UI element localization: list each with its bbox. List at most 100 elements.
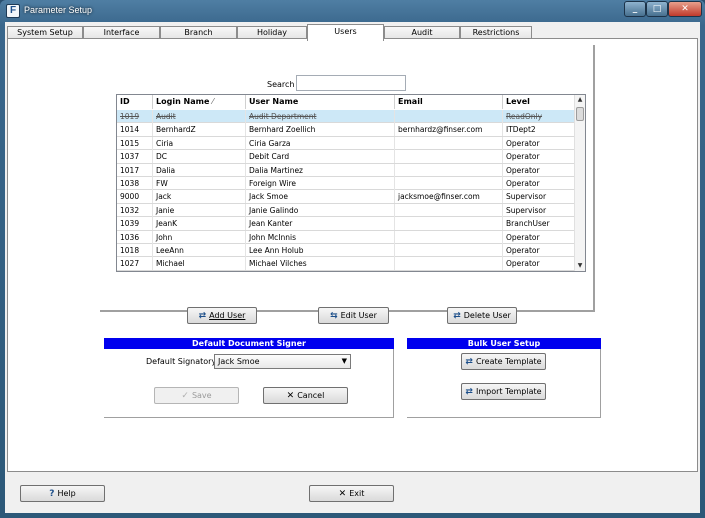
cell-email: [395, 177, 503, 190]
cell-email: [395, 244, 503, 257]
cell-login-name: Michael: [153, 257, 246, 271]
scroll-up-arrow-icon[interactable]: ▲: [575, 95, 585, 105]
cell-login-name: LeeAnn: [153, 244, 246, 257]
scroll-down-arrow-icon[interactable]: ▼: [575, 261, 585, 271]
cell-email: [395, 136, 503, 150]
cancel-button[interactable]: ✕ Cancel: [263, 387, 348, 404]
grid-header: ID Login Name ⁄ User Name Email Level: [117, 95, 575, 109]
table-row[interactable]: 1036 John John McInnis Operator: [117, 230, 575, 244]
table-row[interactable]: 1027 Michael Michael Vilches Operator: [117, 257, 575, 271]
cell-id: 1039: [117, 217, 153, 231]
cell-email: [395, 203, 503, 217]
edit-user-button[interactable]: ⇆ Edit User: [318, 307, 389, 324]
sort-ascending-icon: ⁄: [212, 97, 214, 106]
help-button[interactable]: ? Help: [20, 485, 105, 502]
cell-level: Operator: [503, 244, 575, 257]
table-row[interactable]: 1039 JeanK Jean Kanter BranchUser: [117, 217, 575, 231]
default-signatory-value: Jack Smoe: [218, 357, 260, 366]
table-row[interactable]: 1014 BernhardZ Bernhard Zoellich bernhardz@…: [117, 123, 575, 137]
search-label: Search: [267, 80, 295, 89]
cell-email: [395, 230, 503, 244]
table-row[interactable]: 1018 LeeAnn Lee Ann Holub Operator: [117, 244, 575, 258]
cell-user-name: Ciria Garza: [246, 136, 395, 150]
minimize-button[interactable]: _: [624, 1, 646, 17]
users-grid[interactable]: ID Login Name ⁄ User Name Email Level 10…: [116, 94, 586, 272]
cell-id: 1027: [117, 257, 153, 271]
table-row[interactable]: 1037 DC Debit Card Operator: [117, 150, 575, 164]
maximize-button[interactable]: □: [646, 1, 668, 17]
cell-login-name: Jack: [153, 190, 246, 204]
delete-user-icon: ⇄: [453, 311, 461, 321]
cell-user-name: Audit Department: [246, 110, 395, 123]
cell-user-name: Lee Ann Holub: [246, 244, 395, 257]
add-user-button[interactable]: ⇄ Add User: [187, 307, 257, 324]
title-bar[interactable]: F Parameter Setup _ □ ✕: [0, 0, 705, 22]
cell-email: [395, 150, 503, 164]
cell-login-name: John: [153, 230, 246, 244]
import-template-icon: ⇄: [465, 387, 473, 397]
search-input[interactable]: [296, 75, 406, 91]
cell-id: 1037: [117, 150, 153, 164]
chevron-down-icon: ▼: [341, 357, 347, 365]
column-header-user-name[interactable]: User Name: [246, 95, 395, 109]
exit-x-icon: ✕: [338, 489, 347, 499]
help-question-icon: ?: [49, 489, 55, 499]
cell-level: Supervisor: [503, 203, 575, 217]
cell-email: [395, 110, 503, 123]
table-row[interactable]: 1038 FW Foreign Wire Operator: [117, 177, 575, 191]
cell-user-name: John McInnis: [246, 230, 395, 244]
tab-users[interactable]: Users: [307, 24, 384, 41]
cell-login-name: DC: [153, 150, 246, 164]
cell-login-name: FW: [153, 177, 246, 190]
create-template-button[interactable]: ⇄ Create Template: [461, 353, 546, 370]
cell-level: Operator: [503, 177, 575, 190]
create-template-icon: ⇄: [465, 357, 473, 367]
column-header-login-name-label: Login Name: [156, 97, 210, 106]
default-document-signer-header: Default Document Signer: [104, 338, 394, 349]
bulk-user-setup-panel: Bulk User Setup: [407, 338, 601, 418]
window-title: Parameter Setup: [24, 5, 93, 15]
cell-user-name: Dalia Martinez: [246, 163, 395, 177]
cell-id: 1038: [117, 177, 153, 190]
cell-login-name: Audit: [153, 110, 246, 123]
app-icon: F: [6, 4, 20, 18]
import-template-button[interactable]: ⇄ Import Template: [461, 383, 546, 400]
table-row[interactable]: 1015 Ciria Ciria Garza Operator: [117, 136, 575, 151]
table-row[interactable]: 1032 Janie Janie Galindo Supervisor: [117, 203, 575, 218]
close-x-icon: ✕: [286, 391, 295, 401]
cell-id: 1015: [117, 136, 153, 150]
default-signatory-label: Default Signatory: [146, 357, 217, 366]
cell-user-name: Michael Vilches: [246, 257, 395, 271]
cell-level: Operator: [503, 150, 575, 164]
column-header-email[interactable]: Email: [395, 95, 503, 109]
cell-id: 1018: [117, 244, 153, 257]
cell-login-name: Ciria: [153, 136, 246, 150]
column-header-id[interactable]: ID: [117, 95, 153, 109]
column-header-level[interactable]: Level: [503, 95, 575, 109]
cell-login-name: Dalia: [153, 163, 246, 177]
save-button[interactable]: ✓ Save: [154, 387, 239, 404]
cell-level: ReadOnly: [503, 110, 575, 123]
table-row[interactable]: 1019 Audit Audit Department ReadOnly: [117, 110, 575, 124]
cell-email: jacksmoe@finser.com: [395, 190, 503, 204]
column-header-login-name[interactable]: Login Name ⁄: [153, 95, 246, 109]
cell-login-name: JeanK: [153, 217, 246, 231]
cell-email: [395, 163, 503, 177]
cell-user-name: Jean Kanter: [246, 217, 395, 231]
cell-email: [395, 217, 503, 231]
close-button[interactable]: ✕: [668, 1, 702, 17]
cell-id: 1014: [117, 123, 153, 137]
default-signatory-select[interactable]: Jack Smoe ▼: [214, 354, 351, 369]
cell-id: 1032: [117, 203, 153, 217]
cell-user-name: Jack Smoe: [246, 190, 395, 204]
cell-level: BranchUser: [503, 217, 575, 231]
grid-vertical-scrollbar[interactable]: ▲ ▼: [574, 95, 585, 271]
table-row[interactable]: 9000 Jack Jack Smoe jacksmoe@finser.com Supe…: [117, 190, 575, 204]
exit-button[interactable]: ✕ Exit: [309, 485, 394, 502]
cell-level: Operator: [503, 257, 575, 271]
cell-id: 1036: [117, 230, 153, 244]
table-row[interactable]: 1017 Dalia Dalia Martinez Operator: [117, 163, 575, 177]
scroll-thumb[interactable]: [576, 107, 584, 121]
add-user-icon: ⇄: [198, 311, 207, 321]
delete-user-button[interactable]: ⇄ Delete User: [447, 307, 517, 324]
